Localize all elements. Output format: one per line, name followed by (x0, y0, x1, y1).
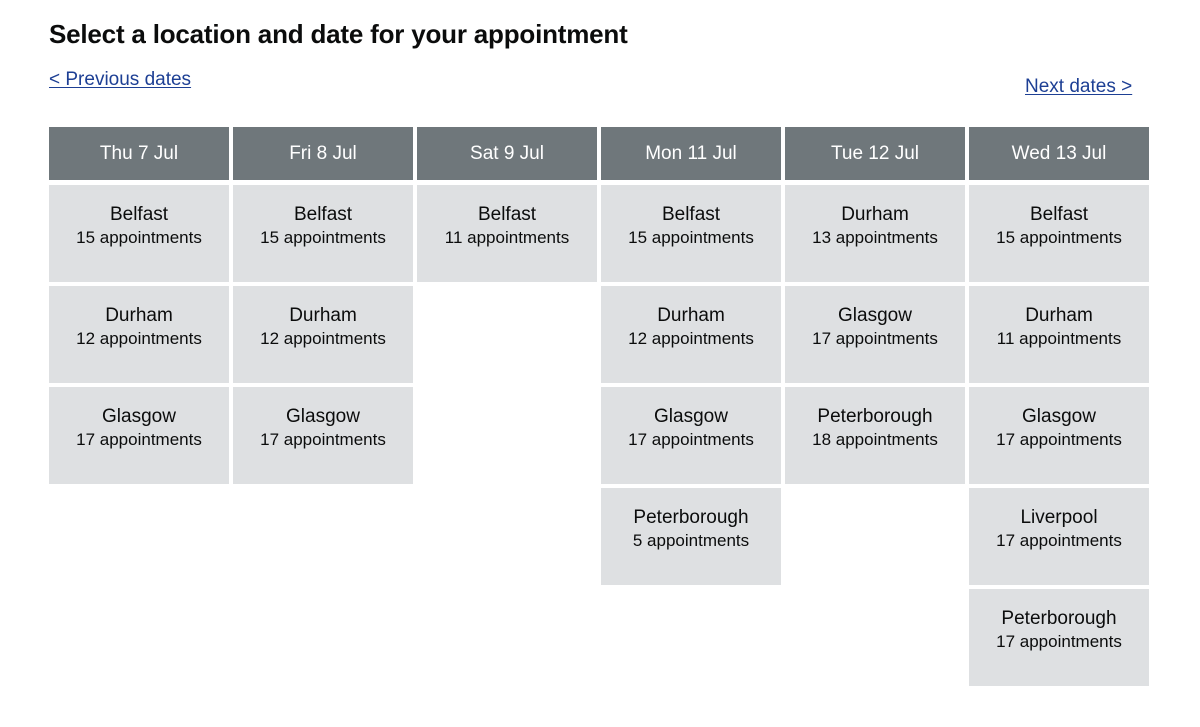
slot-location-label: Glasgow (286, 406, 360, 427)
slot-appointment-count: 11 appointments (996, 329, 1122, 348)
slot-location-label: Liverpool (1020, 507, 1098, 528)
appointment-slot[interactable]: Belfast 15 appointments (969, 185, 1149, 282)
appointment-slot[interactable]: Durham 12 appointments (601, 286, 781, 383)
slot-location-label: Peterborough (1001, 608, 1117, 629)
slot-location-label: Glasgow (1022, 406, 1096, 427)
slot-location-label: Peterborough (817, 406, 933, 427)
slot-appointment-count: 11 appointments (444, 228, 570, 247)
appointment-slot[interactable]: Belfast 11 appointments (417, 185, 597, 282)
appointment-slot[interactable]: Belfast 15 appointments (49, 185, 229, 282)
appointment-slot[interactable]: Durham 12 appointments (49, 286, 229, 383)
appointment-slot[interactable]: Glasgow 17 appointments (601, 387, 781, 484)
day-column: Sat 9 Jul Belfast 11 appointments (417, 127, 597, 282)
appointment-slot[interactable]: Durham 12 appointments (233, 286, 413, 383)
appointment-slot-list: Belfast 15 appointments Durham 12 appointme… (49, 185, 229, 484)
slot-appointment-count: 17 appointments (628, 430, 754, 449)
day-header: Fri 8 Jul (233, 127, 413, 180)
slot-appointment-count: 17 appointments (812, 329, 938, 348)
next-dates-link[interactable]: Next dates > (1025, 75, 1132, 99)
slot-location-label: Belfast (477, 204, 537, 225)
day-header: Wed 13 Jul (969, 127, 1149, 180)
page-title: Select a location and date for your appo… (49, 19, 628, 49)
day-column: Tue 12 Jul Durham 13 appointments Glasgow 17… (785, 127, 965, 484)
slot-appointment-count: 12 appointments (76, 329, 202, 348)
slot-appointment-count: 13 appointments (812, 228, 938, 247)
appointment-slot[interactable]: Belfast 15 appointments (233, 185, 413, 282)
appointment-slot[interactable]: Liverpool 17 appointments (969, 488, 1149, 585)
slot-appointment-count: 17 appointments (996, 531, 1122, 550)
appointment-slot[interactable]: Glasgow 17 appointments (49, 387, 229, 484)
slot-location-label: Belfast (661, 204, 721, 225)
slot-location-label: Durham (105, 305, 173, 326)
slot-appointment-count: 17 appointments (260, 430, 386, 449)
appointment-slot-list: Belfast 15 appointments Durham 12 appointme… (233, 185, 413, 484)
day-column: Thu 7 Jul Belfast 15 appointments Durham 12 … (49, 127, 229, 484)
appointment-slot[interactable]: Glasgow 17 appointments (233, 387, 413, 484)
day-header: Sat 9 Jul (417, 127, 597, 180)
appointment-booking-page: Select a location and date for your appo… (0, 0, 1200, 727)
appointment-slot[interactable]: Glasgow 17 appointments (785, 286, 965, 383)
slot-location-label: Belfast (293, 204, 353, 225)
appointment-slot[interactable]: Belfast 15 appointments (601, 185, 781, 282)
day-column: Fri 8 Jul Belfast 15 appointments Durham 12 … (233, 127, 413, 484)
slot-location-label: Belfast (1029, 204, 1089, 225)
slot-appointment-count: 15 appointments (628, 228, 754, 247)
slot-location-label: Glasgow (838, 305, 912, 326)
slot-location-label: Peterborough (633, 507, 749, 528)
appointment-slot[interactable]: Durham 13 appointments (785, 185, 965, 282)
appointment-slot-list: Durham 13 appointments Glasgow 17 appointme… (785, 185, 965, 484)
slot-appointment-count: 17 appointments (76, 430, 202, 449)
day-header: Tue 12 Jul (785, 127, 965, 180)
appointment-slot[interactable]: Durham 11 appointments (969, 286, 1149, 383)
slot-location-label: Belfast (109, 204, 169, 225)
slot-appointment-count: 18 appointments (812, 430, 938, 449)
day-column: Mon 11 Jul Belfast 15 appointments Durham 12… (601, 127, 781, 585)
slot-location-label: Durham (657, 305, 725, 326)
slot-appointment-count: 12 appointments (628, 329, 754, 348)
appointment-slot[interactable]: Peterborough 18 appointments (785, 387, 965, 484)
previous-dates-link[interactable]: < Previous dates (49, 68, 191, 92)
slot-appointment-count: 15 appointments (260, 228, 386, 247)
appointment-slot[interactable]: Peterborough 5 appointments (601, 488, 781, 585)
slot-location-label: Glasgow (654, 406, 728, 427)
appointment-slot[interactable]: Glasgow 17 appointments (969, 387, 1149, 484)
slot-appointment-count: 5 appointments (632, 531, 750, 550)
day-column: Wed 13 Jul Belfast 15 appointments Durham 11… (969, 127, 1149, 686)
appointment-slot[interactable]: Peterborough 17 appointments (969, 589, 1149, 686)
slot-appointment-count: 15 appointments (996, 228, 1122, 247)
slot-appointment-count: 17 appointments (996, 430, 1122, 449)
day-header: Mon 11 Jul (601, 127, 781, 180)
slot-appointment-count: 12 appointments (260, 329, 386, 348)
slot-location-label: Glasgow (102, 406, 176, 427)
appointment-slot-list: Belfast 15 appointments Durham 11 appointme… (969, 185, 1149, 686)
appointment-calendar: Thu 7 Jul Belfast 15 appointments Durham 12 … (49, 127, 1151, 686)
slot-location-label: Durham (1025, 305, 1093, 326)
day-header: Thu 7 Jul (49, 127, 229, 180)
appointment-slot-list: Belfast 11 appointments (417, 185, 597, 282)
appointment-slot-list: Belfast 15 appointments Durham 12 appointme… (601, 185, 781, 585)
slot-location-label: Durham (841, 204, 909, 225)
slot-appointment-count: 17 appointments (996, 632, 1122, 651)
slot-appointment-count: 15 appointments (76, 228, 202, 247)
slot-location-label: Durham (289, 305, 357, 326)
